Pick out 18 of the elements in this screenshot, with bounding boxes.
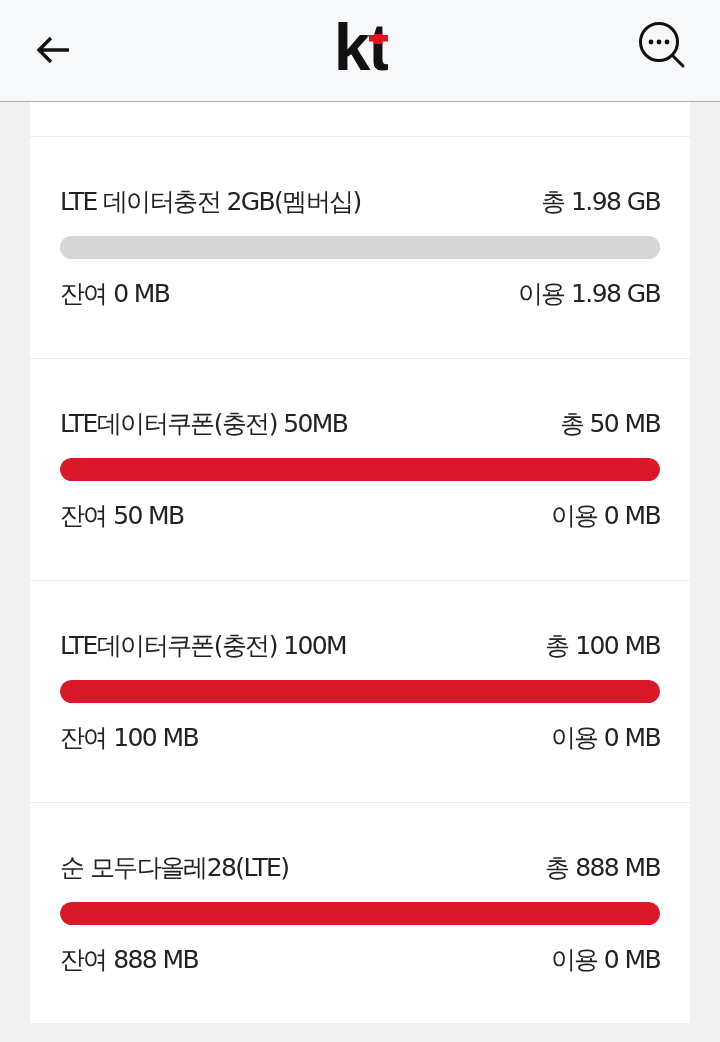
plan-title: LTE데이터쿠폰(충전) 50MB bbox=[60, 408, 348, 440]
total-amount: 총 888 MB bbox=[545, 852, 660, 884]
search-more-icon bbox=[638, 20, 686, 69]
plan-title: LTE 데이터충전 2GB(멤버십) bbox=[60, 186, 361, 218]
remaining-amount: 잔여 50 MB bbox=[60, 500, 184, 532]
back-arrow-icon bbox=[36, 35, 70, 64]
total-amount: 총 50 MB bbox=[559, 408, 660, 440]
used-amount: 이용 0 MB bbox=[550, 944, 660, 976]
remaining-amount: 잔여 100 MB bbox=[60, 722, 198, 754]
plan-title: 순 모두다올레28(LTE) bbox=[60, 852, 289, 884]
used-amount: 이용 1.98 GB bbox=[517, 278, 660, 310]
remaining-amount: 잔여 888 MB bbox=[60, 944, 198, 976]
used-amount: 이용 0 MB bbox=[550, 500, 660, 532]
remaining-amount: 잔여 0 MB bbox=[60, 278, 170, 310]
plan-title: LTE데이터쿠폰(충전) 100M bbox=[60, 630, 347, 662]
total-amount: 총 1.98 GB bbox=[541, 186, 660, 218]
used-amount: 이용 0 MB bbox=[550, 722, 660, 754]
total-amount: 총 100 MB bbox=[545, 630, 660, 662]
